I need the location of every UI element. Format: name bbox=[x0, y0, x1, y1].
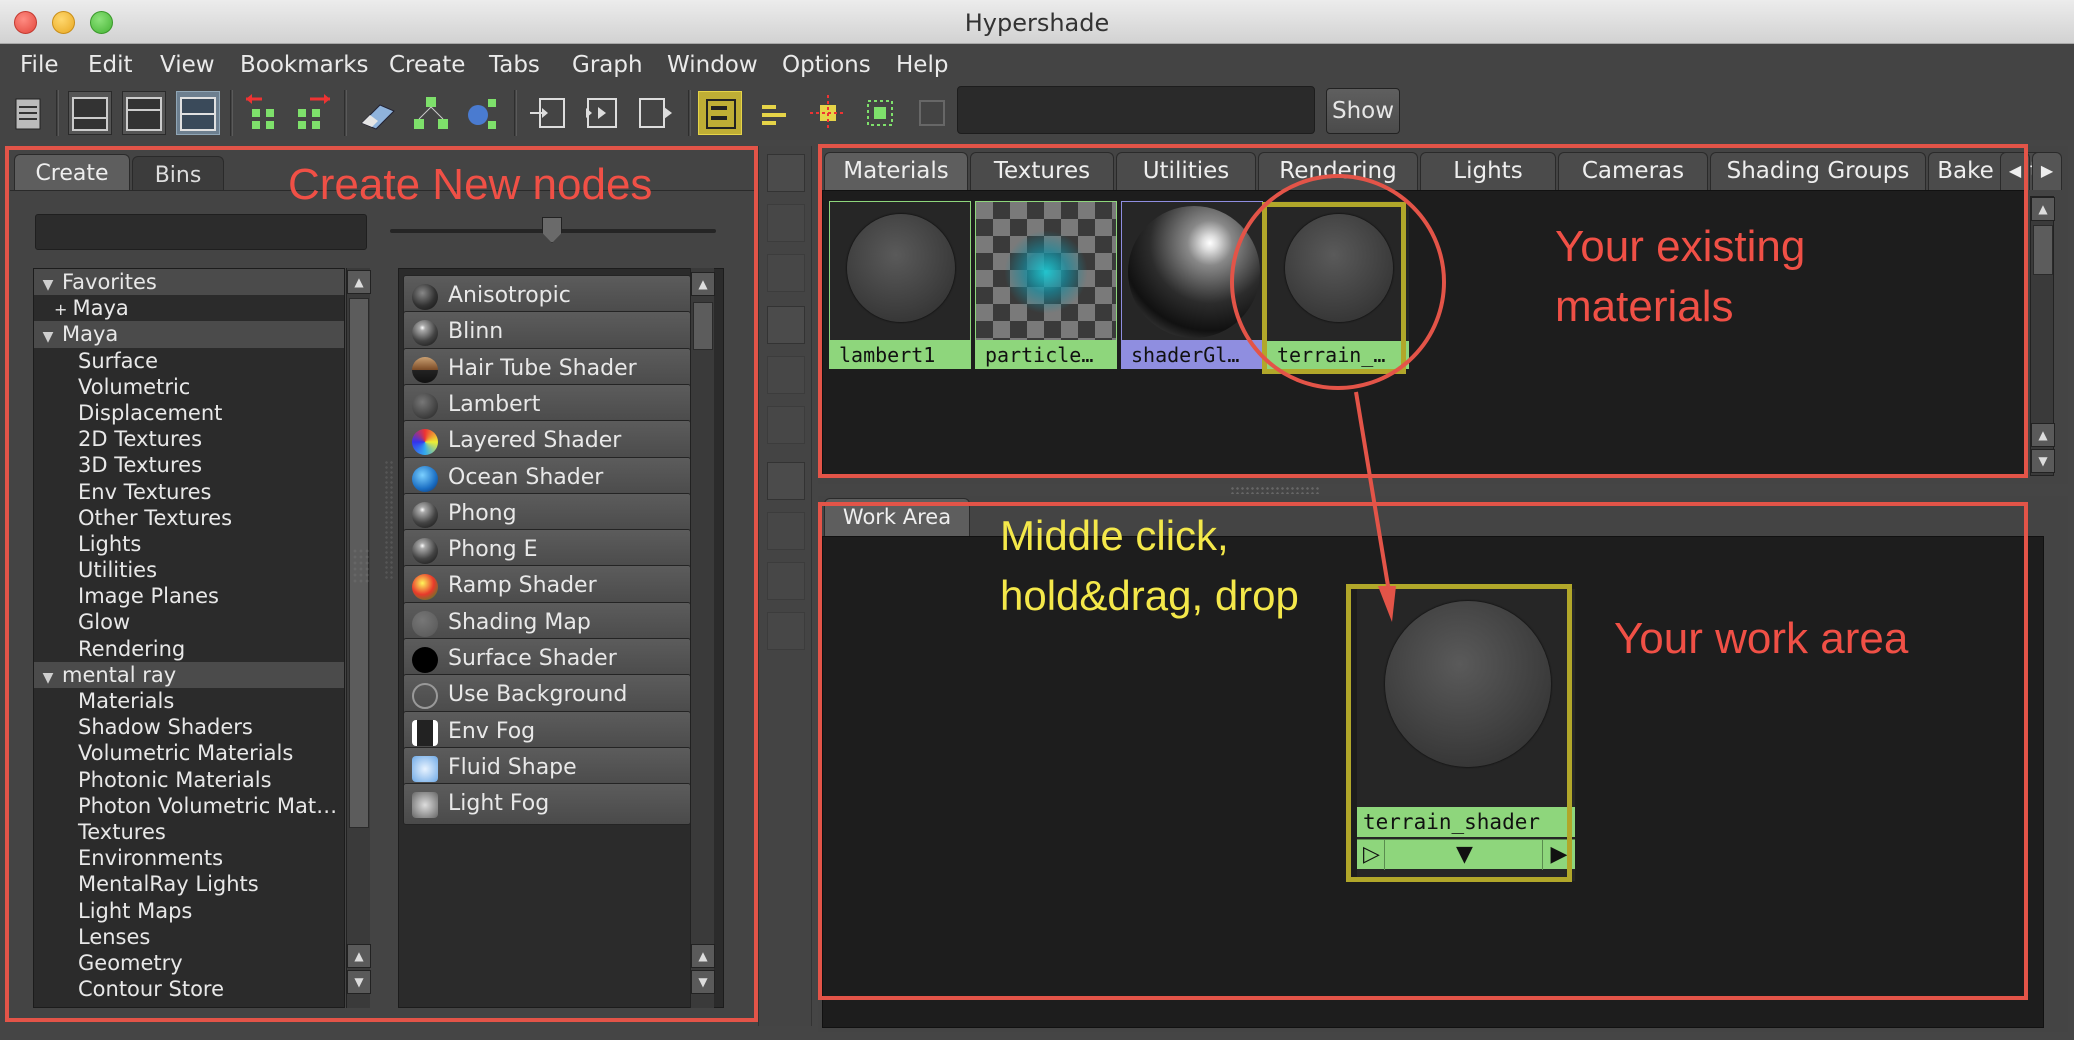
output-connections-icon[interactable] bbox=[634, 91, 678, 135]
splitter-handle[interactable] bbox=[1230, 486, 1320, 494]
menu-graph[interactable]: Graph bbox=[572, 52, 643, 78]
layout-split-icon[interactable] bbox=[176, 91, 220, 135]
menu-tabs[interactable]: Tabs bbox=[489, 52, 540, 78]
menu-help[interactable]: Help bbox=[896, 52, 948, 78]
scroll-up-button[interactable]: ▲ bbox=[2031, 423, 2055, 447]
rearrange-graph-icon[interactable] bbox=[910, 91, 954, 135]
menu-bookmarks[interactable]: Bookmarks bbox=[240, 52, 369, 78]
annotation-middle-click-line1: Middle click, bbox=[1000, 512, 1229, 559]
annotation-existing-line2: materials bbox=[1555, 282, 1734, 331]
menu-file[interactable]: File bbox=[20, 52, 59, 78]
menu-create[interactable]: Create bbox=[389, 52, 465, 78]
graph-up-downstream-icon[interactable] bbox=[242, 91, 286, 135]
annotation-create-new-nodes: Create New nodes bbox=[288, 160, 653, 209]
tab-scroll-right-icon[interactable]: ▶ bbox=[2032, 152, 2062, 190]
large-icons-icon[interactable] bbox=[767, 406, 805, 444]
frame-selected-icon[interactable] bbox=[806, 91, 850, 135]
annotation-middle-click-line2: hold&drag, drop bbox=[1000, 572, 1299, 619]
menu-edit[interactable]: Edit bbox=[88, 52, 133, 78]
menu-view[interactable]: View bbox=[160, 52, 215, 78]
list-attributes-icon[interactable] bbox=[752, 91, 796, 135]
materials-scrollbar[interactable]: ▲ ▲ ▼ bbox=[2030, 196, 2055, 476]
sort-by-name-icon[interactable] bbox=[767, 462, 805, 500]
in-out-connections-icon[interactable] bbox=[580, 91, 624, 135]
search-field[interactable] bbox=[957, 86, 1315, 134]
toggle-swatch-icon[interactable] bbox=[698, 91, 742, 135]
dropped-node-highlight bbox=[1346, 584, 1572, 882]
annotation-existing-line1: Your existing bbox=[1555, 222, 1806, 271]
render-sphere-icon[interactable] bbox=[460, 91, 504, 135]
sort-by-type-icon[interactable] bbox=[767, 512, 805, 550]
materials-highlight bbox=[818, 144, 2028, 478]
medium-icons-icon[interactable] bbox=[767, 356, 805, 394]
swatch-view-icon[interactable] bbox=[767, 254, 805, 292]
panel-tools-strip bbox=[758, 146, 812, 1026]
selected-swatch-highlight bbox=[1262, 202, 1406, 374]
eraser-icon[interactable] bbox=[356, 91, 400, 135]
small-icons-icon[interactable] bbox=[767, 306, 805, 344]
window-title: Hypershade bbox=[964, 9, 1110, 37]
input-connections-icon[interactable] bbox=[526, 91, 570, 135]
graph-panel-icon[interactable] bbox=[767, 154, 805, 192]
menu-window[interactable]: Window bbox=[667, 52, 758, 78]
graph-input-output-icon[interactable] bbox=[290, 91, 334, 135]
layout-bottom-icon[interactable] bbox=[122, 91, 166, 135]
tool-shelf-icon[interactable] bbox=[12, 91, 44, 135]
toolbar: Show bbox=[0, 86, 2074, 140]
title-bar: Hypershade bbox=[0, 0, 2074, 44]
create-nodes-highlight bbox=[5, 146, 758, 1022]
sort-reverse-icon[interactable] bbox=[767, 612, 805, 650]
list-view-icon[interactable] bbox=[767, 204, 805, 242]
scroll-down-button[interactable]: ▼ bbox=[2031, 449, 2055, 473]
menu-options[interactable]: Options bbox=[782, 52, 871, 78]
frame-all-icon[interactable] bbox=[858, 91, 902, 135]
network-graph-icon[interactable] bbox=[408, 91, 452, 135]
sort-by-time-icon[interactable] bbox=[767, 562, 805, 600]
annotation-work-area: Your work area bbox=[1614, 614, 1909, 663]
scroll-up-button[interactable]: ▲ bbox=[2031, 197, 2055, 221]
show-button[interactable]: Show bbox=[1326, 88, 1400, 134]
menu-bar: File Edit View Bookmarks Create Tabs Gra… bbox=[0, 44, 2074, 86]
scroll-thumb[interactable] bbox=[2033, 225, 2053, 275]
layout-top-icon[interactable] bbox=[68, 91, 112, 135]
